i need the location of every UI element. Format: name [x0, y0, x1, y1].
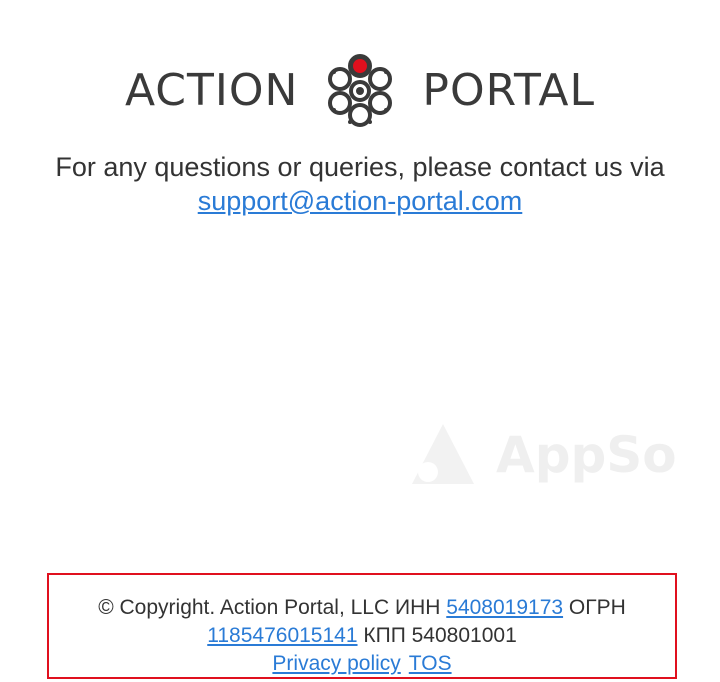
kpp-text: КПП 540801001	[363, 624, 517, 647]
contact-section: For any questions or queries, please con…	[0, 150, 720, 218]
legal-footer: © Copyright. Action Portal, LLC ИНН 5408…	[47, 573, 677, 679]
page: ACTION PORTAL For any questions or queri…	[0, 0, 720, 682]
tos-link[interactable]: TOS	[409, 652, 452, 675]
privacy-policy-link[interactable]: Privacy policy	[272, 652, 400, 675]
logo-word-action: ACTION	[124, 64, 299, 116]
ogrn-link[interactable]: 1185476015141	[207, 624, 357, 647]
inn-link[interactable]: 5408019173	[446, 596, 563, 619]
contact-text: For any questions or queries, please con…	[55, 152, 665, 182]
copyright-text: © Copyright. Action Portal, LLC ИНН	[98, 596, 441, 619]
footer-line-1: © Copyright. Action Portal, LLC ИНН 5408…	[49, 594, 675, 622]
watermark-text: AppSo	[496, 426, 677, 484]
revolver-cylinder-icon	[328, 54, 393, 127]
ogrn-label: ОГРН	[568, 596, 626, 619]
appso-watermark: AppSo	[408, 420, 677, 490]
footer-line-2: 1185476015141 КПП 540801001	[49, 622, 675, 650]
footer-line-3: Privacy policy TOS	[49, 650, 675, 678]
support-email-link[interactable]: support@action-portal.com	[198, 186, 523, 216]
brand-logo: ACTION PORTAL	[0, 52, 720, 128]
logo-word-portal: PORTAL	[422, 64, 596, 116]
appso-triangle-icon	[412, 424, 474, 484]
